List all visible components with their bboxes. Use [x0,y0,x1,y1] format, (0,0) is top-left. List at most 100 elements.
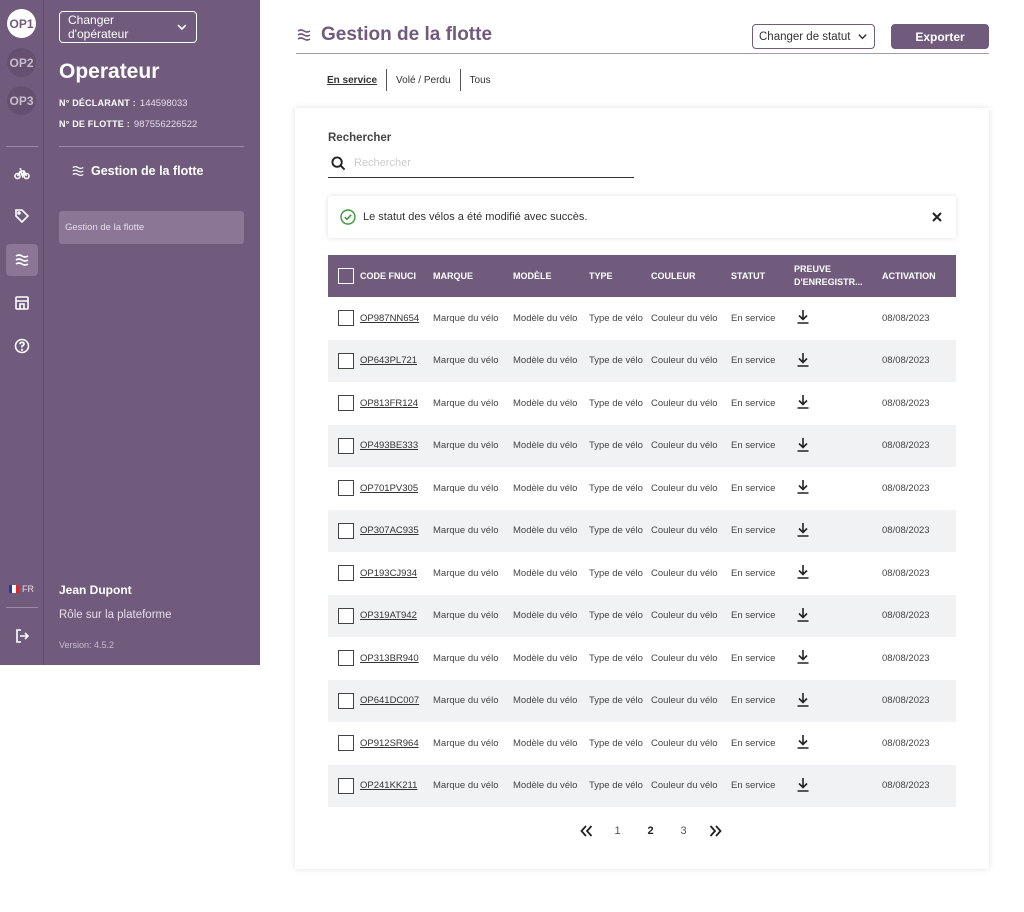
table-row[interactable]: OP987NN654 Marque du vélo Modèle du vélo Ty… [328,297,956,340]
logout-icon[interactable] [6,620,38,652]
col-header-code[interactable]: CODE FNUCI [360,271,433,281]
table-row[interactable]: OP493BE333 Marque du vélo Modèle du vélo Ty… [328,424,956,467]
download-icon[interactable] [794,734,882,752]
row-statut: En service [731,695,776,707]
export-button[interactable]: Exporter [891,24,989,49]
first-page-icon[interactable] [571,825,601,837]
row-activation: 08/08/2023 [882,652,930,664]
page-3[interactable]: 3 [667,825,700,837]
row-type: Type de vélo [589,397,643,409]
download-icon[interactable] [794,649,882,667]
table-row[interactable]: OP319AT942 Marque du vélo Modèle du vélo Ty… [328,594,956,637]
row-code-link[interactable]: OP987NN654 [360,313,433,324]
row-code-link[interactable]: OP813FR124 [360,398,433,409]
row-checkbox[interactable] [338,692,354,709]
row-checkbox[interactable] [338,437,354,454]
tab-tous[interactable]: Tous [461,69,500,91]
col-header-modele[interactable]: MODÈLE [513,271,589,281]
operator-badge-op1[interactable]: OP1 [7,9,36,38]
row-checkbox[interactable] [338,565,354,582]
search-label: Rechercher [328,132,392,144]
row-checkbox[interactable] [338,352,354,369]
row-code-link[interactable]: OP641DC007 [360,695,433,706]
operator-select[interactable]: Changer d'opérateur [59,11,197,43]
row-statut: En service [731,652,776,664]
operator-badge-op2[interactable]: OP2 [7,48,36,77]
table-row[interactable]: OP641DC007 Marque du vélo Modèle du vélo Ty… [328,679,956,722]
row-code-link[interactable]: OP701PV305 [360,483,433,494]
tab-en-service[interactable]: En service [327,69,388,91]
sidebar-item-fleet-management[interactable]: Gestion de la flotte [59,211,244,244]
row-code-link[interactable]: OP319AT942 [360,610,433,621]
select-all-checkbox[interactable] [338,268,354,284]
row-checkbox[interactable] [338,650,354,667]
row-type: Type de vélo [589,440,643,452]
download-icon[interactable] [794,309,882,327]
col-header-type[interactable]: TYPE [589,271,651,281]
store-icon[interactable] [6,287,38,319]
sidebar-section-fleet[interactable]: Gestion de la flotte [71,164,204,178]
row-statut: En service [731,525,776,537]
table-row[interactable]: OP813FR124 Marque du vélo Modèle du vélo Ty… [328,382,956,425]
download-icon[interactable] [794,564,882,582]
col-header-statut[interactable]: STATUT [731,271,794,281]
row-checkbox[interactable] [338,735,354,752]
row-code-link[interactable]: OP241KK211 [360,780,433,791]
row-marque: Marque du vélo [433,610,499,622]
col-header-activation[interactable]: ACTIVATION [882,271,956,281]
download-icon[interactable] [794,479,882,497]
row-checkbox[interactable] [338,480,354,497]
row-checkbox[interactable] [338,777,354,794]
page-1[interactable]: 1 [601,825,634,837]
row-code-link[interactable]: OP307AC935 [360,525,433,536]
row-checkbox[interactable] [338,607,354,624]
bike-icon[interactable] [6,157,38,189]
declarant-label: N° DÉCLARANT : [59,98,136,108]
row-checkbox[interactable] [338,522,354,539]
fleet-icon[interactable] [6,244,38,276]
row-checkbox[interactable] [338,395,354,412]
language-switch[interactable]: FR [9,584,34,594]
row-type: Type de vélo [589,652,643,664]
download-icon[interactable] [794,437,882,455]
row-code-link[interactable]: OP193CJ934 [360,568,433,579]
page-2[interactable]: 2 [634,825,667,837]
row-checkbox[interactable] [338,310,354,327]
row-code-link[interactable]: OP313BR940 [360,653,433,664]
row-modele: Modèle du vélo [513,652,578,664]
tag-icon[interactable] [6,200,38,232]
table-row[interactable]: OP313BR940 Marque du vélo Modèle du vélo Ty… [328,637,956,680]
last-page-icon[interactable] [700,825,730,837]
change-status-select[interactable]: Changer de statut [752,24,875,49]
row-code-link[interactable]: OP643PL721 [360,355,433,366]
download-icon[interactable] [794,777,882,795]
tab-vole-perdu[interactable]: Volé / Perdu [387,69,461,91]
table-row[interactable]: OP701PV305 Marque du vélo Modèle du vélo Ty… [328,467,956,510]
download-icon[interactable] [794,522,882,540]
help-icon[interactable] [6,330,38,362]
row-code-link[interactable]: OP493BE333 [360,440,433,451]
row-activation: 08/08/2023 [882,610,930,622]
col-header-preuve[interactable]: PREUVE D'ENREGISTR... [794,263,882,289]
download-icon[interactable] [794,607,882,625]
table-row[interactable]: OP241KK211 Marque du vélo Modèle du vélo Ty… [328,764,956,807]
table-row[interactable]: OP643PL721 Marque du vélo Modèle du vélo Ty… [328,339,956,382]
fleet-icon [72,165,84,177]
table-row[interactable]: OP912SR964 Marque du vélo Modèle du vélo Ty… [328,722,956,765]
operator-badge-op3[interactable]: OP3 [7,86,36,115]
operator-name: Operateur [59,60,160,83]
download-icon[interactable] [794,692,882,710]
row-code-link[interactable]: OP912SR964 [360,738,433,749]
search-input[interactable] [354,157,614,169]
col-header-marque[interactable]: MARQUE [433,271,513,281]
col-header-couleur[interactable]: COULEUR [651,271,731,281]
rail-divider-bottom [6,607,38,608]
download-icon[interactable] [794,352,882,370]
close-icon[interactable] [930,210,944,224]
table-row[interactable]: OP307AC935 Marque du vélo Modèle du vélo Ty… [328,509,956,552]
sidebar: Changer d'opérateur Operateur N° DÉCLARA… [44,0,260,665]
fleet-value: 987556226522 [133,119,198,130]
table-row[interactable]: OP193CJ934 Marque du vélo Modèle du vélo Ty… [328,552,956,595]
download-icon[interactable] [794,394,882,412]
row-type: Type de vélo [589,695,643,707]
